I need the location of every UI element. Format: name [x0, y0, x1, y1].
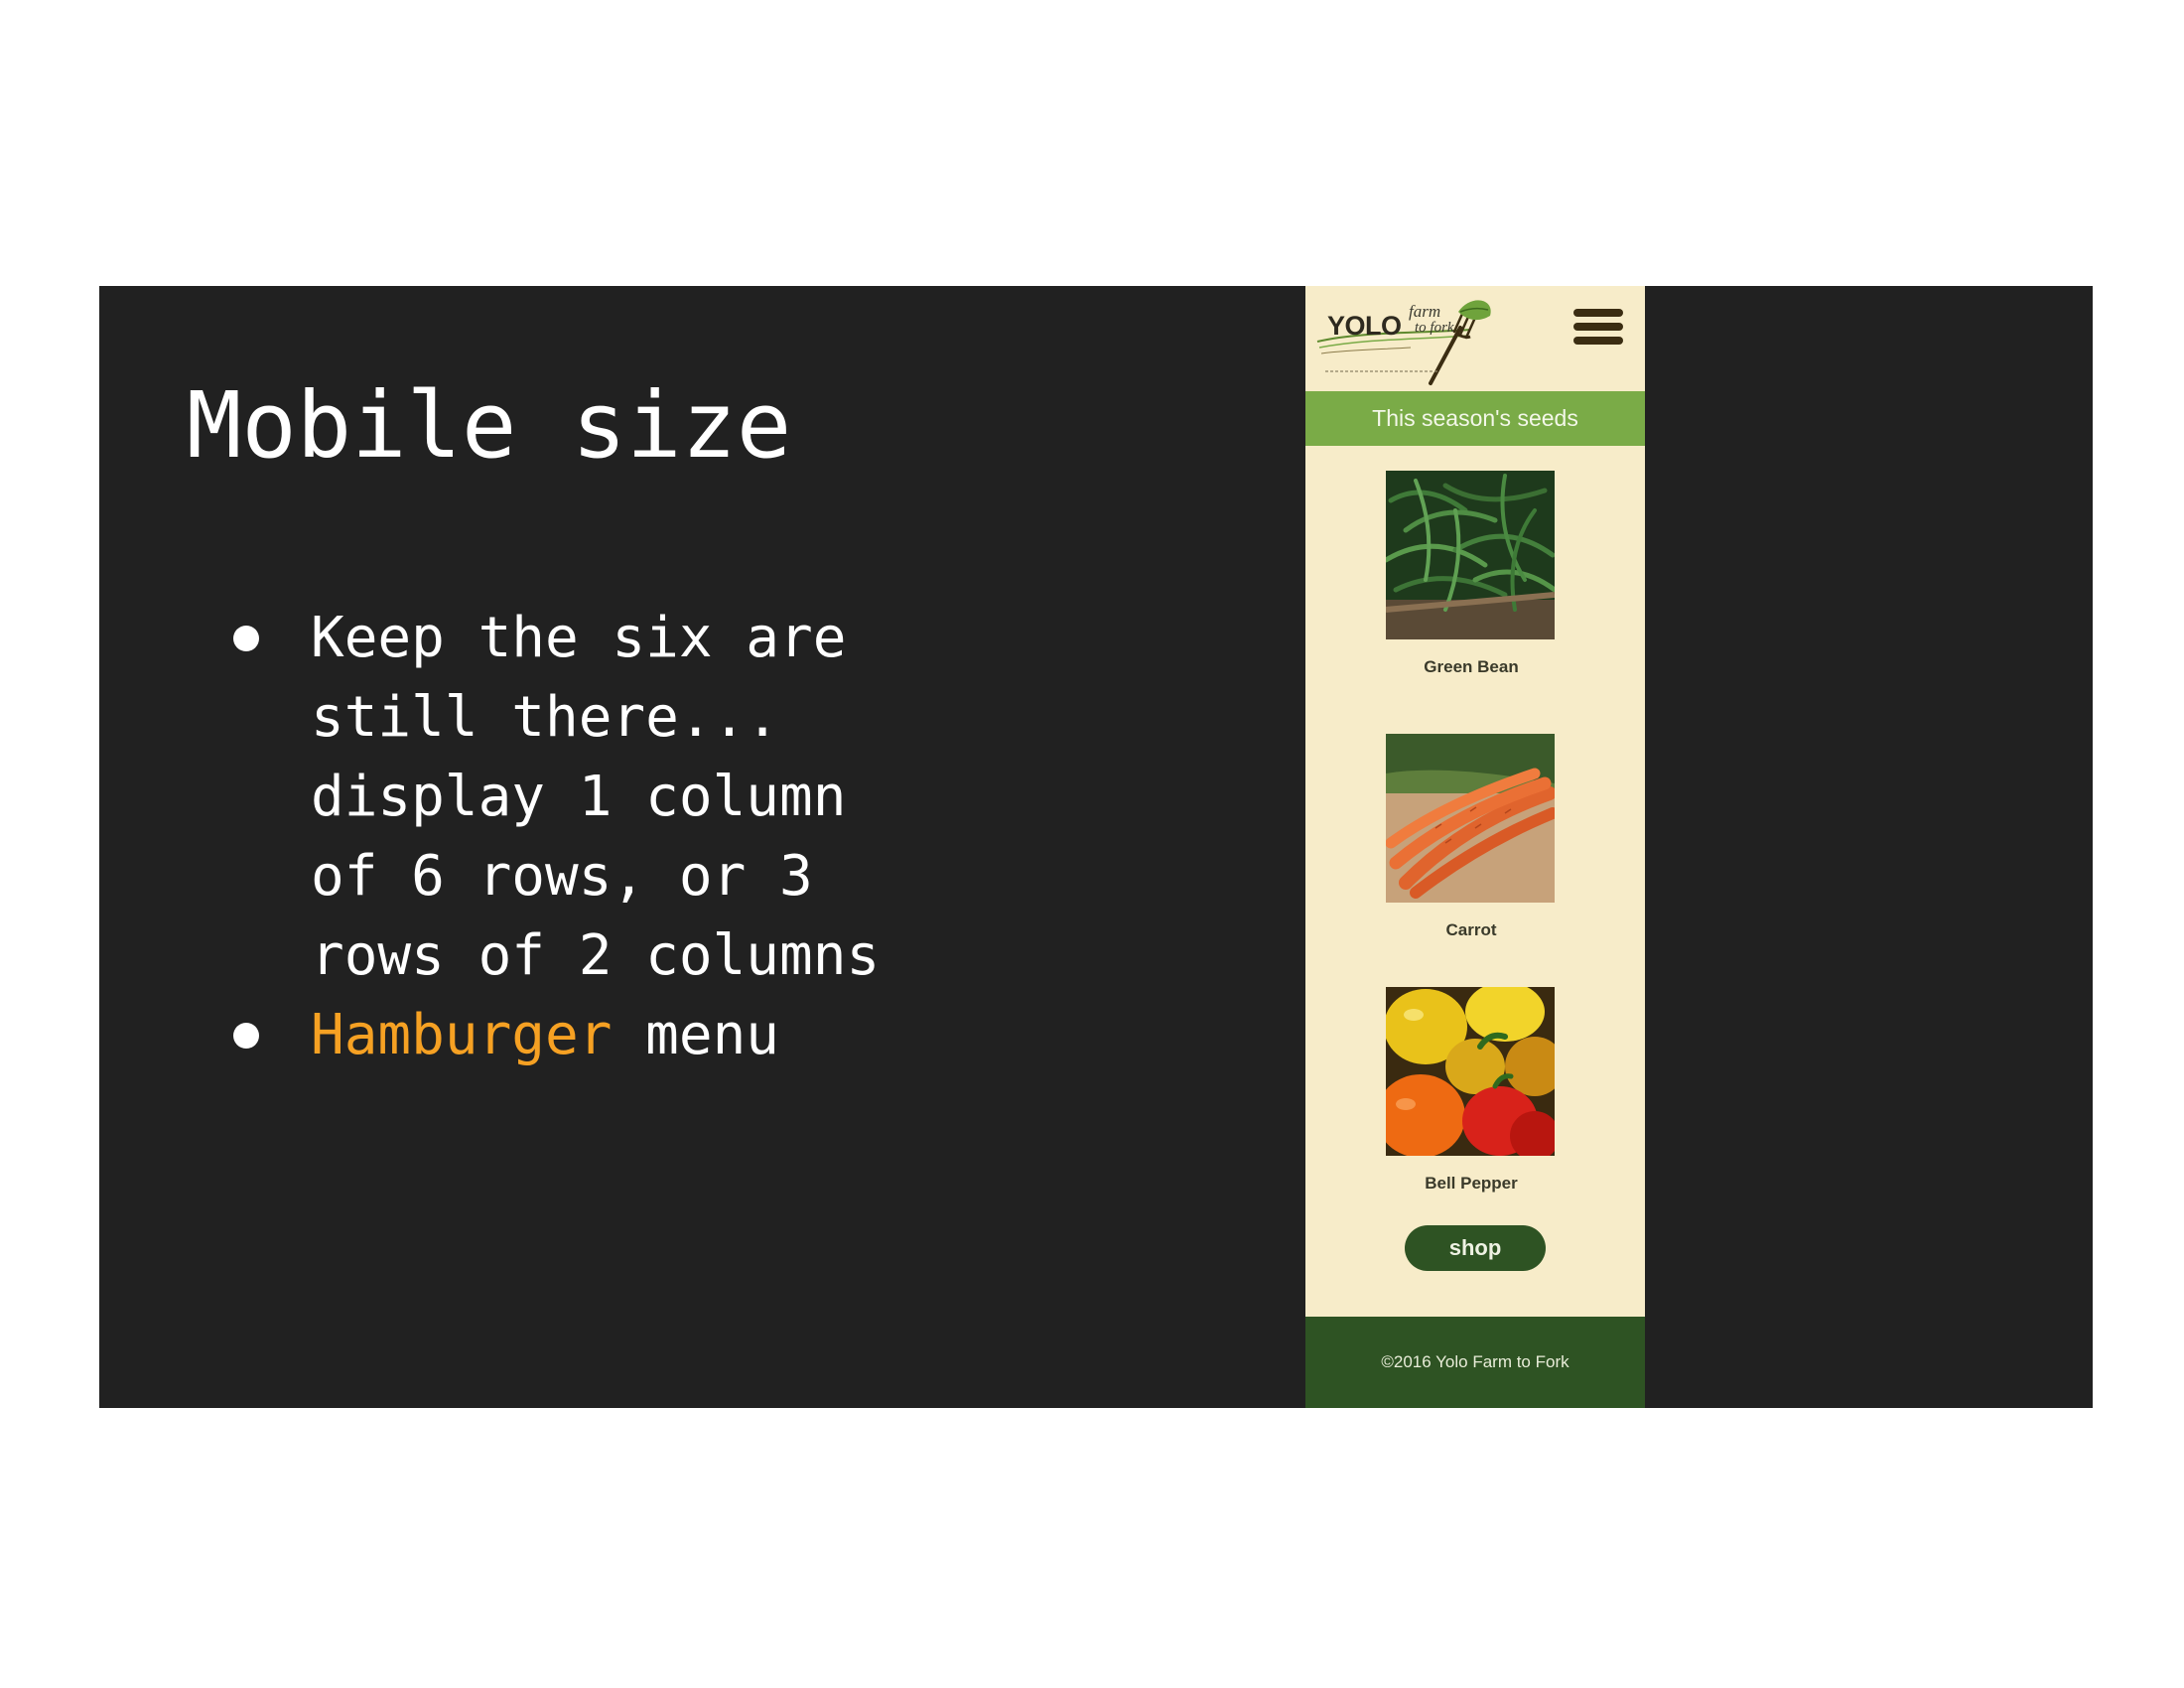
carrot-photo[interactable]: [1386, 734, 1555, 903]
product-label: Carrot: [1445, 920, 1497, 939]
hamburger-menu-button[interactable]: [1571, 306, 1627, 352]
bullet-list: Keep the six are still there... display …: [223, 599, 938, 1075]
bullet-text: menu: [612, 1003, 780, 1067]
bullet-item: Hamburger menu: [223, 996, 938, 1075]
bullet-dot-icon: [233, 1023, 259, 1049]
shop-button[interactable]: shop: [1405, 1225, 1546, 1271]
site-logo[interactable]: YOLO farm to fork: [1311, 292, 1500, 387]
product-label: Green Bean: [1424, 657, 1519, 676]
logo-script-bottom: to fork: [1415, 320, 1454, 336]
product-card[interactable]: Bell Pepper: [1305, 987, 1645, 1205]
slide-title: Mobile size: [187, 372, 792, 479]
season-banner: This season's seeds: [1305, 391, 1645, 446]
page: Mobile size Keep the six are still there…: [0, 0, 2184, 1688]
mobile-mockup: YOLO farm to fork This season's seeds Gr…: [1305, 286, 1645, 1408]
green-bean-photo[interactable]: [1386, 471, 1555, 639]
logo-script-top: farm: [1409, 302, 1441, 321]
mobile-header: YOLO farm to fork: [1305, 286, 1645, 391]
mobile-footer: ©2016 Yolo Farm to Fork: [1305, 1317, 1645, 1408]
bullet-highlight: Hamburger: [311, 1003, 613, 1067]
slide: Mobile size Keep the six are still there…: [99, 286, 2093, 1408]
bullet-dot-icon: [233, 626, 259, 651]
hamburger-menu-icon: [1573, 309, 1623, 317]
bullet-item: Keep the six are still there... display …: [223, 599, 938, 996]
bullet-text: Keep the six are still there... display …: [311, 606, 881, 988]
product-card[interactable]: Green Bean: [1305, 471, 1645, 689]
bell-pepper-photo[interactable]: [1386, 987, 1555, 1156]
product-card[interactable]: Carrot: [1305, 734, 1645, 952]
hamburger-bar: [1573, 323, 1623, 331]
hamburger-bar: [1573, 337, 1623, 345]
logo-wordmark: YOLO: [1327, 311, 1402, 341]
product-label: Bell Pepper: [1425, 1174, 1518, 1193]
